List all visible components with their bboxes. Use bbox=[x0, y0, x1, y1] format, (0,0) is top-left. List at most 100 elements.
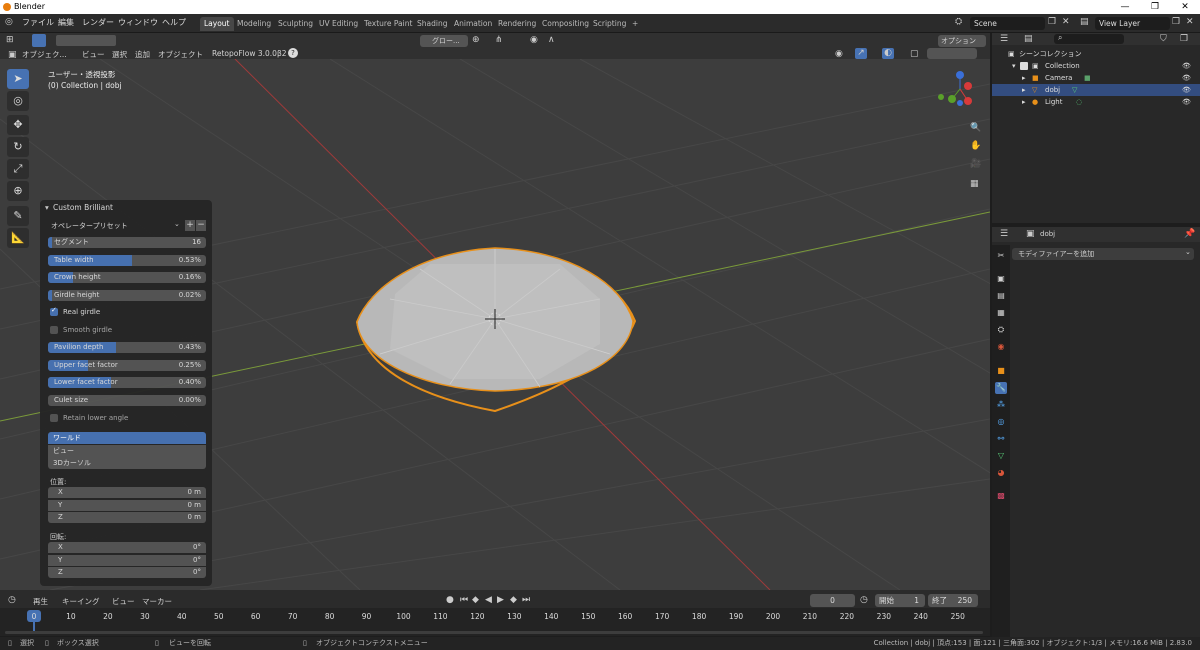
new-collection-icon[interactable]: ❐ bbox=[1180, 34, 1188, 44]
view-layer-tab-icon[interactable]: ▦ bbox=[995, 307, 1007, 319]
render-tab-icon[interactable]: ▣ bbox=[995, 273, 1007, 285]
preset-chevron-icon[interactable]: ⌄ bbox=[174, 220, 180, 228]
tab-compositing[interactable]: Compositing bbox=[538, 17, 593, 31]
snap-icon[interactable]: ⋔ bbox=[495, 35, 503, 45]
gizmo-icon[interactable]: ↗ bbox=[855, 48, 867, 59]
upper-facet-field[interactable]: Upper facet factor 0.25% bbox=[48, 360, 206, 371]
end-frame-field[interactable]: 終了 250 bbox=[928, 594, 978, 607]
visibility-icon[interactable]: ◉ bbox=[835, 49, 843, 59]
select-tool-button[interactable]: ➤ bbox=[7, 69, 29, 89]
crown-height-field[interactable]: Crown height 0.16% bbox=[48, 272, 206, 283]
preset-dropdown[interactable]: オペレータープリセット bbox=[48, 220, 182, 232]
menu-keying[interactable]: キーイング bbox=[62, 596, 100, 607]
eye-icon[interactable]: 👁 bbox=[1182, 60, 1191, 72]
minimize-button[interactable]: — bbox=[1110, 0, 1140, 14]
menu-file[interactable]: ファイル bbox=[22, 17, 54, 28]
grid-view-icon[interactable]: ▦ bbox=[970, 179, 979, 189]
add-preset-button[interactable]: + bbox=[185, 220, 195, 231]
align-world-option[interactable]: ワールド bbox=[48, 432, 206, 444]
play-reverse-icon[interactable]: ◀ bbox=[485, 595, 492, 605]
zoom-icon[interactable]: 🔍 bbox=[970, 123, 981, 133]
add-modifier-dropdown[interactable]: モディファイアーを追加 bbox=[1012, 248, 1194, 260]
prev-keyframe-icon[interactable]: ◆ bbox=[472, 595, 479, 605]
display-mode-icon[interactable]: ▤ bbox=[1024, 34, 1033, 44]
pin-icon[interactable]: 📌 bbox=[1184, 229, 1195, 239]
girdle-height-field[interactable]: Girdle height 0.02% bbox=[48, 290, 206, 301]
delete-view-layer-icon[interactable]: ✕ bbox=[1186, 17, 1194, 27]
overlay-icon[interactable]: ◐ bbox=[882, 48, 894, 59]
camera-view-icon[interactable]: 🎥 bbox=[970, 159, 981, 169]
help-icon[interactable]: ? bbox=[288, 48, 298, 58]
rotation-x-field[interactable]: X 0° bbox=[48, 542, 206, 553]
tab-sculpting[interactable]: Sculpting bbox=[274, 17, 317, 31]
eye-icon[interactable]: 👁 bbox=[1182, 84, 1191, 96]
object-tab-icon[interactable]: ■ bbox=[995, 365, 1007, 377]
checkbox-icon[interactable] bbox=[1020, 62, 1028, 70]
pivot-icon[interactable]: ⊕ bbox=[472, 35, 480, 45]
add-workspace-button[interactable]: + bbox=[628, 17, 642, 31]
clock-icon[interactable]: ◷ bbox=[860, 595, 868, 605]
scale-tool-button[interactable]: ⤢ bbox=[7, 159, 29, 179]
timeline-scrollbar[interactable] bbox=[5, 631, 983, 634]
maximize-button[interactable]: ❐ bbox=[1140, 0, 1170, 14]
particles-tab-icon[interactable]: ⁂ bbox=[995, 399, 1007, 411]
eye-icon[interactable]: 👁 bbox=[1182, 96, 1191, 108]
retain-lower-angle-checkbox[interactable] bbox=[50, 414, 58, 422]
filter-icon[interactable]: ⛉ bbox=[1160, 34, 1167, 44]
align-view-option[interactable]: ビュー bbox=[48, 445, 206, 457]
data-tab-icon[interactable]: ▽ bbox=[995, 450, 1007, 462]
location-x-field[interactable]: X 0 m bbox=[48, 487, 206, 498]
tab-texture-paint[interactable]: Texture Paint bbox=[360, 17, 416, 31]
tab-animation[interactable]: Animation bbox=[450, 17, 496, 31]
navigation-gizmo[interactable] bbox=[938, 71, 972, 106]
tool-tab-icon[interactable]: ✂ bbox=[995, 250, 1007, 262]
menu-edit[interactable]: 編集 bbox=[58, 17, 74, 28]
menu-help[interactable]: ヘルプ bbox=[162, 17, 186, 28]
remove-preset-button[interactable]: − bbox=[196, 220, 206, 231]
delete-scene-icon[interactable]: ✕ bbox=[1062, 17, 1070, 27]
proportional-edit-icon[interactable]: ◉ bbox=[530, 35, 538, 45]
panel-collapse-icon[interactable]: ▾ bbox=[45, 203, 49, 212]
segments-field[interactable]: セグメント 16 bbox=[48, 237, 206, 248]
smooth-girdle-checkbox[interactable] bbox=[50, 326, 58, 334]
tab-layout[interactable]: Layout bbox=[200, 17, 234, 31]
location-z-field[interactable]: Z 0 m bbox=[48, 512, 206, 523]
close-button[interactable]: ✕ bbox=[1170, 0, 1200, 14]
scene-field[interactable]: Scene bbox=[970, 17, 1045, 30]
blender-menu-icon[interactable]: ◎ bbox=[5, 17, 13, 27]
shading-mode-buttons[interactable] bbox=[927, 48, 977, 59]
select-mode-icon[interactable] bbox=[32, 34, 46, 47]
timeline-editor-icon[interactable]: ◷ bbox=[8, 595, 16, 605]
jump-end-icon[interactable]: ⏭ bbox=[522, 595, 530, 605]
view-layer-icon[interactable]: ▤ bbox=[1080, 17, 1089, 27]
menu-window[interactable]: ウィンドウ bbox=[118, 17, 158, 28]
falloff-icon[interactable]: ∧ bbox=[548, 35, 555, 45]
eye-icon[interactable]: 👁 bbox=[1182, 72, 1191, 84]
location-y-field[interactable]: Y 0 m bbox=[48, 500, 206, 511]
align-cursor-option[interactable]: 3Dカーソル bbox=[48, 457, 206, 469]
rotation-z-field[interactable]: Z 0° bbox=[48, 567, 206, 578]
transform-tool-button[interactable]: ⊕ bbox=[7, 181, 29, 201]
pan-hand-icon[interactable]: ✋ bbox=[970, 141, 981, 151]
selection-mode-buttons[interactable] bbox=[56, 35, 116, 46]
menu-timeline-view[interactable]: ビュー bbox=[112, 596, 135, 607]
measure-tool-button[interactable]: 📐 bbox=[7, 228, 29, 248]
next-keyframe-icon[interactable]: ◆ bbox=[510, 595, 517, 605]
start-frame-field[interactable]: 開始 1 bbox=[875, 594, 925, 607]
collection-row[interactable]: ▾ ▣ Collection 👁 bbox=[992, 60, 1200, 72]
lower-facet-field[interactable]: Lower facet factor 0.40% bbox=[48, 377, 206, 388]
camera-row[interactable]: ▸ ■ Camera ■ 👁 bbox=[992, 72, 1200, 84]
physics-tab-icon[interactable]: ◎ bbox=[995, 416, 1007, 428]
pavilion-depth-field[interactable]: Pavilion depth 0.43% bbox=[48, 342, 206, 353]
xray-icon[interactable]: ▢ bbox=[910, 49, 919, 59]
dobj-row[interactable]: ▸ ▽ dobj ▽ 👁 bbox=[992, 84, 1200, 96]
move-tool-button[interactable]: ✥ bbox=[7, 115, 29, 135]
cursor-tool-button[interactable]: ◎ bbox=[7, 91, 29, 111]
new-view-layer-icon[interactable]: ❐ bbox=[1172, 17, 1180, 27]
view-layer-field[interactable]: View Layer bbox=[1095, 17, 1170, 30]
current-frame-field[interactable]: 0 bbox=[810, 594, 855, 607]
outliner-search-input[interactable] bbox=[1054, 34, 1124, 44]
constraints-tab-icon[interactable]: ⚯ bbox=[995, 433, 1007, 445]
menu-render[interactable]: レンダー bbox=[82, 17, 114, 28]
tab-uv-editing[interactable]: UV Editing bbox=[315, 17, 362, 31]
